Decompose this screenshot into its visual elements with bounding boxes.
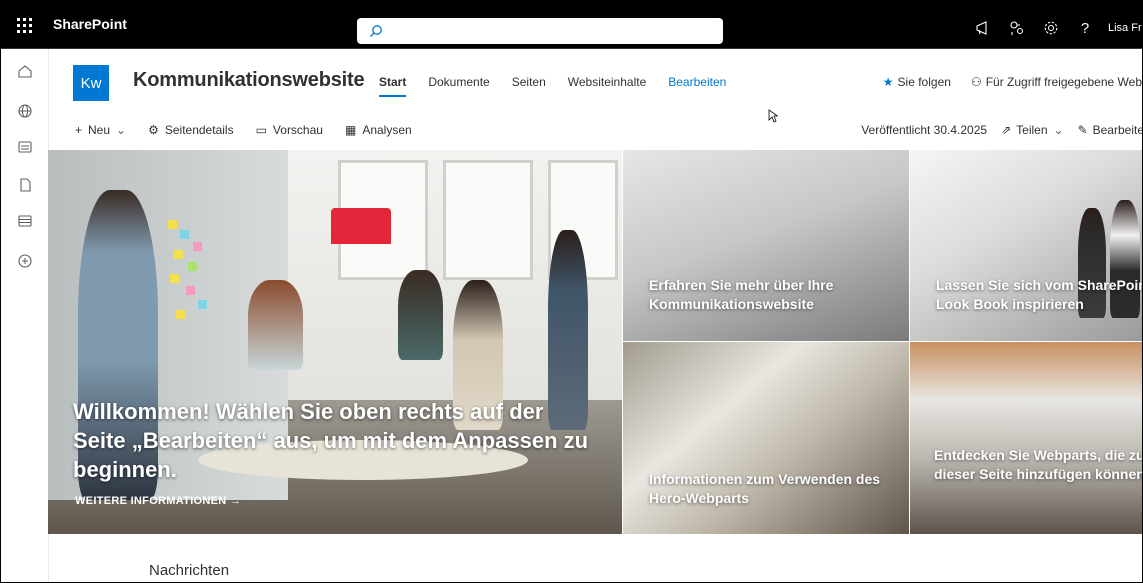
hero-tile-4[interactable]: Entdecken Sie Webparts, die zu dieser Se… bbox=[910, 342, 1143, 534]
preview-label: Vorschau bbox=[272, 123, 323, 137]
page-details-label: Seitendetails bbox=[164, 123, 234, 137]
site-navigation: Start Dokumente Seiten Websiteinhalte Be… bbox=[379, 75, 726, 97]
help-icon[interactable]: ? bbox=[1068, 17, 1102, 39]
red-lamp bbox=[331, 208, 391, 244]
home-icon[interactable] bbox=[13, 59, 37, 83]
megaphone-icon[interactable] bbox=[966, 17, 1000, 39]
share-icon[interactable] bbox=[1000, 17, 1034, 39]
hero-tile-3[interactable]: Informationen zum Verwenden des Hero-Web… bbox=[623, 342, 909, 534]
plus-icon: + bbox=[75, 123, 83, 137]
hero-tile-1-label: Erfahren Sie mehr über Ihre Kommunikatio… bbox=[649, 277, 834, 312]
preview-icon: ▭ bbox=[255, 123, 267, 137]
news-icon[interactable] bbox=[13, 135, 37, 159]
person-seated bbox=[398, 270, 443, 360]
search-input[interactable] bbox=[357, 18, 723, 44]
chevron-down-icon: ⌄ bbox=[116, 123, 127, 137]
arrow-right-icon: → bbox=[229, 495, 242, 507]
star-icon: ★ bbox=[882, 75, 894, 89]
file-icon[interactable] bbox=[13, 173, 37, 197]
nav-start[interactable]: Start bbox=[379, 75, 407, 97]
settings-icon: ⚙ bbox=[148, 123, 159, 137]
nav-edit[interactable]: Bearbeiten bbox=[668, 75, 726, 97]
share-label: Teilen bbox=[1016, 123, 1048, 137]
app-bar bbox=[1, 49, 49, 582]
edit-button[interactable]: ✎ Bearbeite bbox=[1077, 123, 1143, 137]
hero-tile-3-label: Informationen zum Verwenden des Hero-Web… bbox=[649, 471, 881, 506]
mouse-pointer-icon bbox=[768, 109, 778, 123]
hero-main-title[interactable]: Willkommen! Wählen Sie oben rechts auf d… bbox=[73, 397, 593, 484]
share-button[interactable]: ⇗ Teilen ⌄ bbox=[1001, 123, 1063, 137]
people-icon: ⚇ bbox=[970, 75, 982, 89]
site-title[interactable]: Kommunikationswebsite bbox=[133, 69, 365, 92]
edit-label: Bearbeite bbox=[1092, 123, 1143, 137]
more-info-link[interactable]: WEITERE INFORMATIONEN → bbox=[75, 495, 241, 507]
globe-icon[interactable] bbox=[13, 99, 37, 123]
published-status: Veröffentlicht 30.4.2025 bbox=[861, 123, 988, 137]
hero-tile-2-label: Lassen Sie sich vom SharePoint Look Book… bbox=[936, 277, 1143, 312]
analytics-button[interactable]: ▦ Analysen bbox=[345, 123, 412, 137]
command-bar: + Neu ⌄ ⚙ Seitendetails ▭ Vorschau ▦ Analysen… bbox=[49, 115, 1143, 147]
more-info-label: WEITERE INFORMATIONEN bbox=[75, 495, 227, 507]
lists-icon[interactable] bbox=[13, 209, 37, 233]
site-logo[interactable]: Kw bbox=[73, 65, 109, 101]
follow-button[interactable]: ★ Sie folgen bbox=[883, 75, 951, 89]
new-button[interactable]: + Neu ⌄ bbox=[75, 123, 126, 137]
pencil-icon: ✎ bbox=[1077, 123, 1088, 137]
hero-tile-4-label: Entdecken Sie Webparts, die zu dieser Se… bbox=[934, 447, 1143, 482]
hero-tile-2[interactable]: Lassen Sie sich vom SharePoint Look Book… bbox=[910, 150, 1143, 341]
hero-tile-1[interactable]: Erfahren Sie mehr über Ihre Kommunikatio… bbox=[623, 150, 909, 341]
person-seated bbox=[248, 280, 303, 370]
preview-button[interactable]: ▭ Vorschau bbox=[256, 123, 323, 137]
window bbox=[443, 160, 533, 280]
follow-label: Sie folgen bbox=[897, 75, 951, 89]
gear-icon[interactable] bbox=[1034, 17, 1068, 39]
page-details-button[interactable]: ⚙ Seitendetails bbox=[148, 123, 233, 137]
nav-site-contents[interactable]: Websiteinhalte bbox=[568, 75, 647, 97]
news-section-title: Nachrichten bbox=[149, 562, 230, 579]
nav-pages[interactable]: Seiten bbox=[512, 75, 546, 97]
new-label: Neu bbox=[88, 123, 111, 137]
shared-access-label: Für Zugriff freigegebene Web bbox=[985, 75, 1142, 89]
search-icon bbox=[370, 25, 382, 37]
chart-icon: ▦ bbox=[344, 123, 357, 137]
app-launcher-icon[interactable] bbox=[9, 13, 39, 37]
create-icon[interactable] bbox=[13, 249, 37, 273]
user-name[interactable]: Lisa Fr bbox=[1108, 22, 1142, 34]
chevron-down-icon: ⌄ bbox=[1053, 123, 1064, 137]
analytics-label: Analysen bbox=[362, 123, 412, 137]
share-icon: ⇗ bbox=[1001, 123, 1012, 137]
browser-frame: SharePoint ? Lisa Fr Kw Kommunikationswe… bbox=[0, 0, 1143, 583]
brand-name[interactable]: SharePoint bbox=[53, 16, 127, 32]
nav-documents[interactable]: Dokumente bbox=[428, 75, 489, 97]
shared-access-button[interactable]: ⚇ Für Zugriff freigegebene Web bbox=[971, 75, 1142, 89]
site-actions: ★ Sie folgen ⚇ Für Zugriff freigegebene We… bbox=[883, 75, 1142, 89]
suite-bar: SharePoint ? Lisa Fr bbox=[1, 1, 1142, 49]
